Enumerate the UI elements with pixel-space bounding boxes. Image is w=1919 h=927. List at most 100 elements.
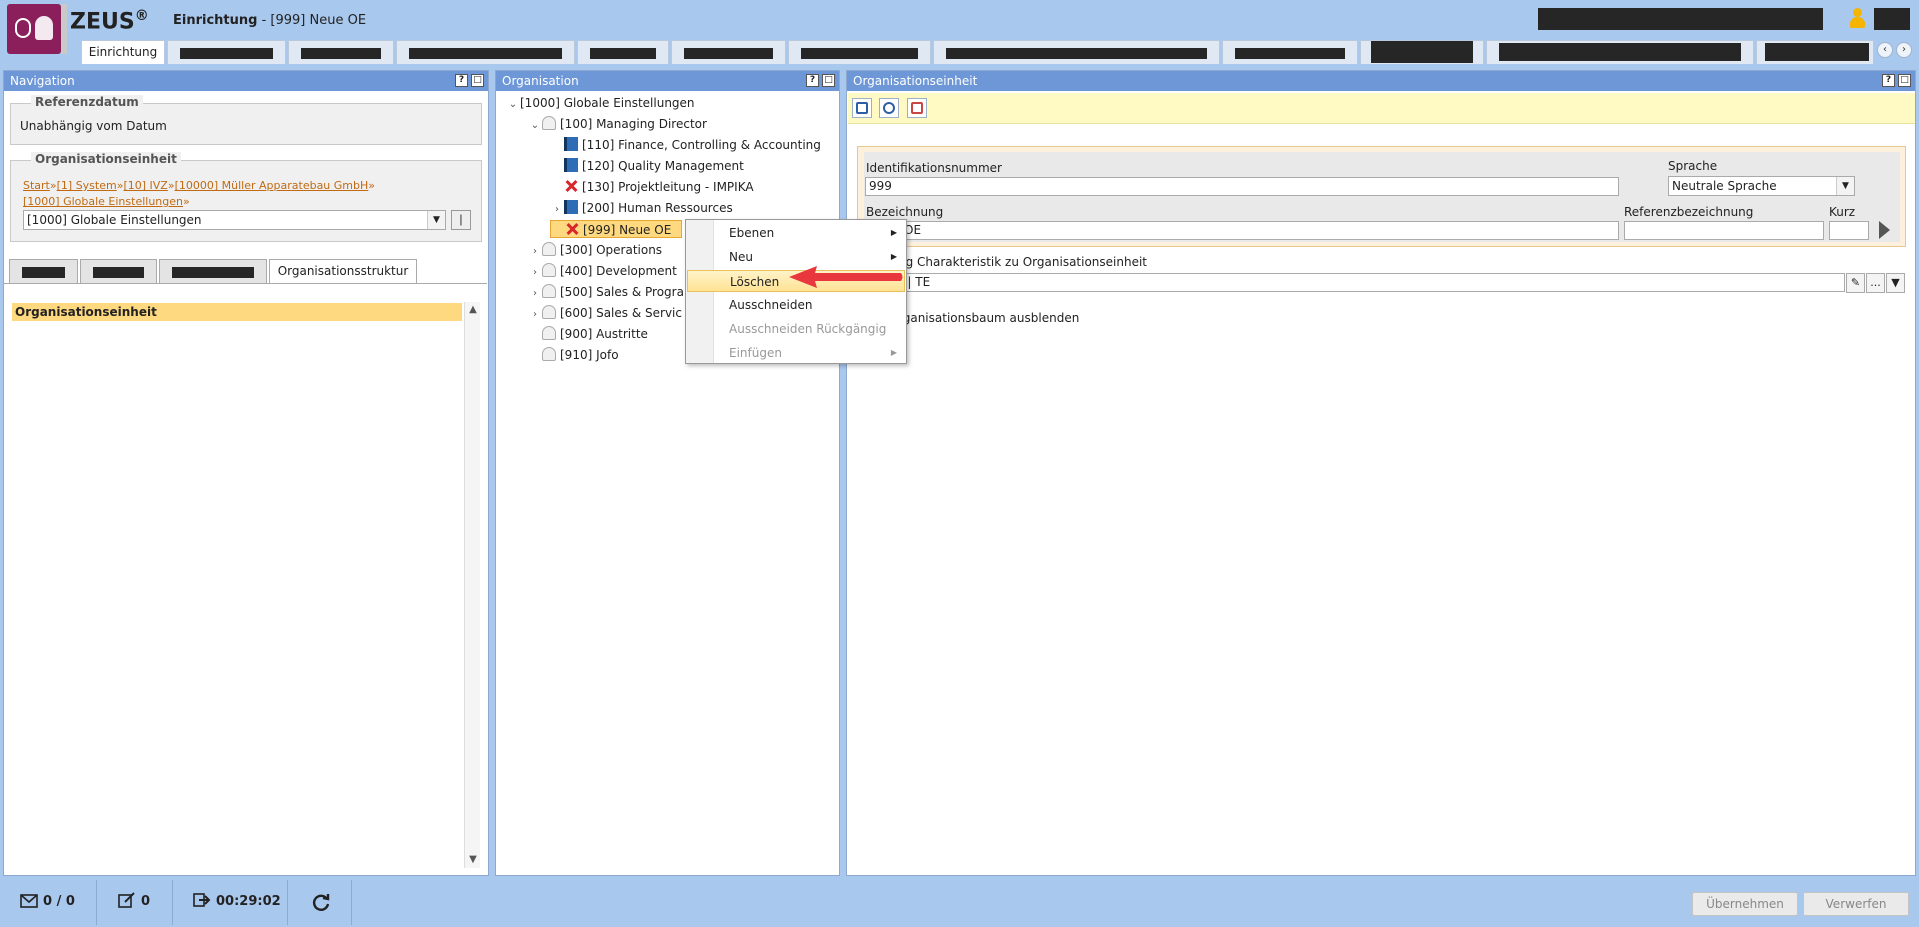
tree-node[interactable]: › [200] Human Ressources xyxy=(550,199,733,217)
breadcrumb-link-ivz[interactable]: [10] IVZ xyxy=(123,179,167,192)
chevron-down-icon[interactable]: ▼ xyxy=(1886,273,1905,293)
kurz-field[interactable] xyxy=(1829,221,1869,240)
session-timer[interactable]: 00:29:02 xyxy=(193,892,281,912)
subtab-redacted-2[interactable] xyxy=(80,259,157,283)
tree-node-label: [110] Finance, Controlling & Accounting xyxy=(582,138,821,152)
collapse-chevron-icon[interactable]: ⌄ xyxy=(506,96,520,114)
tab-redacted-5[interactable] xyxy=(671,40,786,64)
context-menu-item-label: Löschen xyxy=(730,275,780,289)
bezeichnung-label: Bezeichnung xyxy=(866,205,944,219)
edit-icon xyxy=(118,892,135,908)
tree-node[interactable]: [120] Quality Management xyxy=(550,157,744,175)
charakteristik-field[interactable]: n | TE xyxy=(865,273,1845,292)
organisationseinheit-legend: Organisationseinheit xyxy=(31,152,181,166)
bezeichnung-field[interactable]: OE xyxy=(865,221,1619,240)
deleted-icon xyxy=(564,179,578,193)
group-icon xyxy=(542,116,556,130)
tab-redacted-8[interactable] xyxy=(1222,40,1358,64)
organisationseinheit-select[interactable]: [1000] Globale Einstellungen ▼ xyxy=(23,210,446,230)
tree-node[interactable]: ⌄ [1000] Globale Einstellungen xyxy=(506,94,695,112)
collapse-chevron-icon[interactable]: ⌄ xyxy=(528,117,542,135)
info-icon[interactable] xyxy=(852,98,872,118)
context-menu-item[interactable]: Ausschneiden xyxy=(687,294,905,316)
referenzdatum-legend: Referenzdatum xyxy=(31,95,143,109)
help-icon[interactable]: ? xyxy=(455,74,468,87)
pin-icon[interactable]: ❘ xyxy=(451,210,471,230)
maximize-icon[interactable]: □ xyxy=(822,74,835,87)
expand-chevron-icon[interactable]: › xyxy=(528,306,542,324)
expand-arrow-icon[interactable] xyxy=(1879,221,1890,239)
expand-chevron-icon[interactable]: › xyxy=(550,201,564,219)
tab-redacted-6[interactable] xyxy=(788,40,931,64)
breadcrumb-link-globale[interactable]: [1000] Globale Einstellungen xyxy=(23,195,183,208)
expand-chevron-icon[interactable]: › xyxy=(528,264,542,282)
help-icon[interactable]: ? xyxy=(806,74,819,87)
tree-node-label: [100] Managing Director xyxy=(560,117,707,131)
expand-chevron-icon[interactable]: › xyxy=(528,243,542,261)
tab-redacted-7[interactable] xyxy=(933,40,1220,64)
tab-redacted-11[interactable] xyxy=(1756,40,1874,64)
history-icon[interactable] xyxy=(879,98,899,118)
tree-node[interactable]: [130] Projektleitung - IMPIKA xyxy=(550,178,754,196)
tab-redacted-2[interactable] xyxy=(288,40,394,64)
user-icon[interactable] xyxy=(1850,8,1865,28)
scroll-up-icon[interactable]: ▲ xyxy=(465,302,481,318)
tree-node[interactable]: [910] Jofo xyxy=(528,346,619,364)
apply-button[interactable]: Übernehmen xyxy=(1692,892,1798,916)
kurz-label: Kurz xyxy=(1829,205,1856,219)
subtab-redacted-3[interactable] xyxy=(159,259,267,283)
organisation-panel-header: Organisation ? □ xyxy=(496,71,839,91)
tab-redacted-1[interactable] xyxy=(167,40,286,64)
edits-counter[interactable]: 0 xyxy=(118,892,150,912)
context-menu-item: Ausschneiden Rückgängig xyxy=(687,318,905,340)
footer-divider xyxy=(351,880,352,925)
tree-node[interactable]: [900] Austritte xyxy=(528,325,648,343)
tree-node[interactable]: › [500] Sales & Progra xyxy=(528,283,684,301)
referenzbezeichnung-field[interactable] xyxy=(1624,221,1824,240)
mail-icon xyxy=(20,894,38,908)
maximize-icon[interactable]: □ xyxy=(1898,74,1911,87)
redacted-user-menu[interactable] xyxy=(1874,8,1910,30)
tree-node[interactable]: ⌄ [100] Managing Director xyxy=(528,115,707,133)
tree-node[interactable]: › [400] Development xyxy=(528,262,677,280)
breadcrumb-link-start[interactable]: Start xyxy=(23,179,50,192)
navigation-scrollbar[interactable]: ▲ ▼ xyxy=(464,302,480,868)
tree-node-selected[interactable]: [999] Neue OE xyxy=(550,220,683,238)
tab-redacted-3[interactable] xyxy=(396,40,575,64)
tabs-scroll-left-icon[interactable]: ‹ xyxy=(1877,42,1893,58)
breadcrumb: Start»[1] System»[10] IVZ»[10000] Müller… xyxy=(23,179,376,208)
tree-node-label: [200] Human Ressources xyxy=(582,201,733,215)
breadcrumb-link-system[interactable]: [1] System xyxy=(57,179,117,192)
context-menu-item-label: Ebenen xyxy=(729,226,775,240)
tree-node[interactable]: [110] Finance, Controlling & Accounting xyxy=(550,136,821,154)
scroll-down-icon[interactable]: ▼ xyxy=(465,852,481,868)
chevron-down-icon[interactable]: ▼ xyxy=(1836,177,1854,195)
lookup-icon[interactable]: ✎ xyxy=(1846,273,1865,293)
breadcrumb-link-company[interactable]: [10000] Müller Apparatebau GmbH xyxy=(175,179,369,192)
tab-einrichtung[interactable]: Einrichtung xyxy=(81,40,165,64)
expand-chevron-icon[interactable]: › xyxy=(528,285,542,303)
tab-redacted-9[interactable] xyxy=(1360,40,1484,64)
charakteristik-label: ng Charakteristik zu Organisationseinhei… xyxy=(898,255,1148,269)
maximize-icon[interactable]: □ xyxy=(471,74,484,87)
hierarchy-icon[interactable] xyxy=(907,98,927,118)
tree-node-label: [600] Sales & Servic xyxy=(560,306,682,320)
tabs-scroll-right-icon[interactable]: › xyxy=(1896,42,1912,58)
subtab-redacted-1[interactable] xyxy=(9,259,78,283)
more-button[interactable]: ... xyxy=(1866,273,1885,293)
identifikationsnummer-field[interactable]: 999 xyxy=(865,177,1619,196)
discard-button[interactable]: Verwerfen xyxy=(1803,892,1909,916)
navigation-panel-header: Navigation ? □ xyxy=(4,71,488,91)
help-icon[interactable]: ? xyxy=(1882,74,1895,87)
tab-redacted-10[interactable] xyxy=(1486,40,1754,64)
tab-redacted-4[interactable] xyxy=(577,40,669,64)
tab-organisationsstruktur[interactable]: Organisationsstruktur xyxy=(269,259,417,284)
organisationseinheit-list-header: Organisationseinheit xyxy=(12,303,462,321)
refresh-icon[interactable] xyxy=(311,892,331,912)
sprache-select[interactable]: Neutrale Sprache ▼ xyxy=(1668,176,1855,196)
tree-node[interactable]: › [600] Sales & Servic xyxy=(528,304,682,322)
context-menu-item[interactable]: Ebenen ▶ xyxy=(687,222,905,244)
tree-node[interactable]: › [300] Operations xyxy=(528,241,662,259)
chevron-down-icon[interactable]: ▼ xyxy=(427,211,445,229)
messages-counter[interactable]: 0 / 0 xyxy=(20,892,75,912)
